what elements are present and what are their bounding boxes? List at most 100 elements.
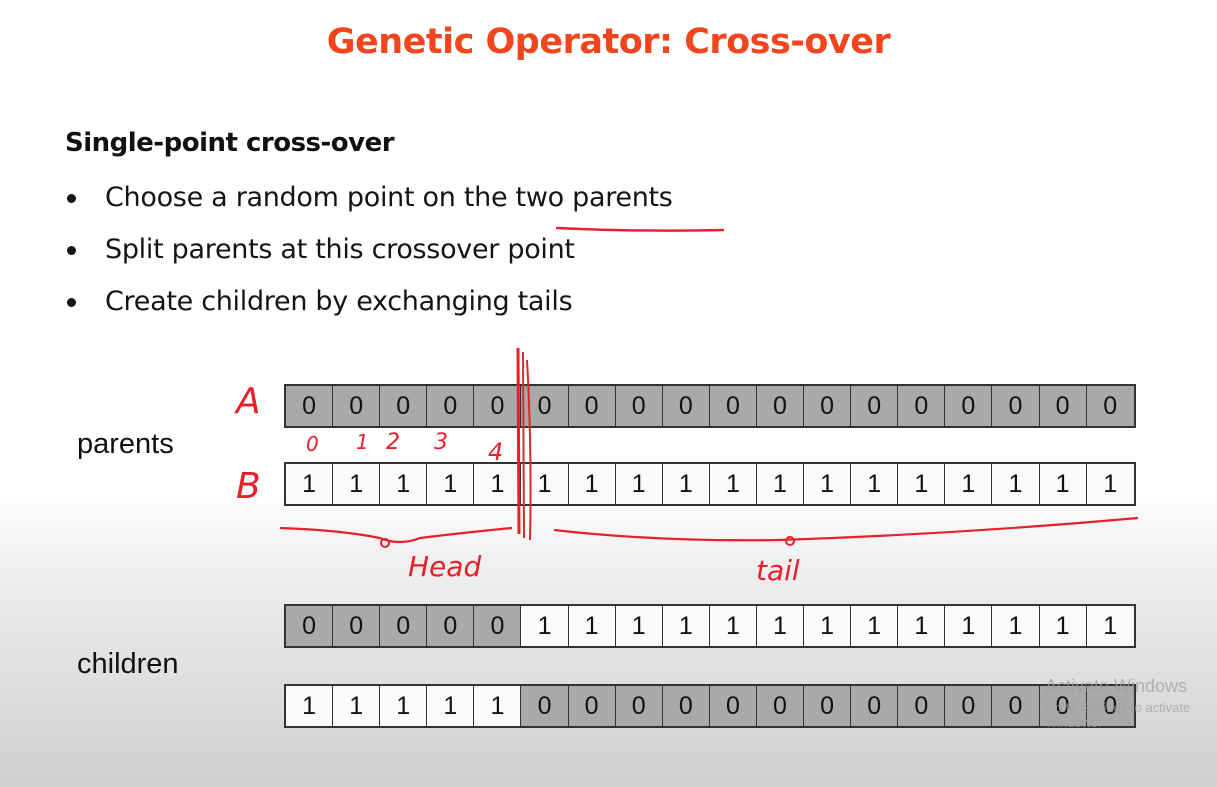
gene-cell: 1	[1086, 464, 1134, 504]
handwritten-index: 3	[434, 430, 448, 455]
tail-brace-icon	[553, 516, 1139, 542]
gene-cell: 0	[851, 686, 899, 726]
child-2-strip: 111110000000000000	[284, 684, 1136, 728]
head-brace-icon	[279, 526, 513, 544]
parents-label: parents	[77, 428, 174, 460]
watermark-line-2: Go to Settings to activate Windows.	[1045, 700, 1191, 730]
gene-cell: 1	[945, 464, 993, 504]
gene-cell: 1	[898, 464, 946, 504]
gene-cell: 1	[615, 464, 663, 504]
watermark-line-1: Activate Windows	[1045, 676, 1188, 696]
gene-cell: 0	[945, 386, 993, 426]
gene-cell: 0	[804, 686, 852, 726]
gene-cell: 1	[1039, 464, 1087, 504]
handwritten-index: 0	[306, 432, 319, 456]
gene-cell: 1	[333, 464, 381, 504]
bullet-item: Choose a random point on the two parents	[65, 178, 673, 230]
gene-cell: 1	[898, 606, 946, 646]
handwritten-letter-a: A	[236, 381, 261, 422]
gene-cell: 1	[521, 606, 569, 646]
parent-b-strip: 111111111111111111	[284, 462, 1136, 506]
gene-cell: 0	[427, 386, 475, 426]
gene-cell: 0	[474, 606, 522, 646]
gene-cell: 1	[992, 606, 1040, 646]
gene-cell: 0	[474, 386, 522, 426]
gene-cell: 0	[568, 686, 616, 726]
gene-cell: 0	[1086, 386, 1134, 426]
bullet-text: Choose a random point on the two parents	[105, 182, 673, 213]
gene-cell: 0	[380, 606, 428, 646]
bullet-text: Split parents at this crossover point	[105, 234, 575, 265]
gene-cell: 0	[427, 606, 475, 646]
handwritten-letter-b: B	[236, 466, 261, 507]
gene-cell: 1	[756, 464, 805, 504]
gene-cell: 1	[286, 464, 334, 504]
gene-cell: 0	[662, 686, 710, 726]
gene-cell: 0	[615, 386, 663, 426]
gene-cell: 1	[521, 464, 569, 504]
gene-cell: 0	[709, 686, 757, 726]
section-heading: Single-point cross-over	[65, 128, 395, 158]
handwritten-index: 1	[356, 430, 369, 454]
bullet-item: Split parents at this crossover point	[65, 230, 673, 282]
gene-cell: 1	[568, 606, 616, 646]
parent-a-strip: 000000000000000000	[284, 384, 1136, 428]
gene-cell: 0	[992, 386, 1040, 426]
gene-cell: 0	[804, 386, 852, 426]
gene-cell: 1	[945, 606, 993, 646]
gene-cell: 1	[992, 464, 1040, 504]
gene-cell: 0	[898, 386, 946, 426]
gene-cell: 1	[756, 606, 805, 646]
handwritten-index: 2	[386, 430, 400, 455]
bullet-dot-icon	[67, 246, 76, 255]
crossover-line-icon	[516, 347, 521, 535]
gene-cell: 0	[945, 686, 993, 726]
gene-cell: 1	[709, 464, 757, 504]
gene-cell: 0	[521, 686, 569, 726]
gene-cell: 0	[521, 386, 569, 426]
bullet-item: Create children by exchanging tails	[65, 282, 673, 334]
gene-cell: 1	[1086, 606, 1134, 646]
gene-cell: 0	[333, 386, 381, 426]
gene-cell: 0	[756, 686, 805, 726]
gene-cell: 1	[474, 464, 522, 504]
gene-cell: 0	[286, 606, 334, 646]
gene-cell: 1	[662, 464, 710, 504]
gene-cell: 1	[851, 464, 899, 504]
gene-cell: 0	[380, 386, 428, 426]
gene-cell: 1	[474, 686, 522, 726]
gene-cell: 0	[333, 606, 381, 646]
bullet-list: Choose a random point on the two parents…	[65, 178, 673, 334]
gene-cell: 0	[756, 386, 805, 426]
gene-cell: 1	[662, 606, 710, 646]
handwritten-head-label: Head	[408, 550, 482, 583]
gene-cell: 1	[804, 464, 852, 504]
gene-cell: 1	[568, 464, 616, 504]
gene-cell: 0	[898, 686, 946, 726]
bullet-dot-icon	[67, 298, 76, 307]
gene-cell: 0	[286, 386, 334, 426]
gene-cell: 0	[568, 386, 616, 426]
gene-cell: 0	[992, 686, 1040, 726]
gene-cell: 1	[1039, 606, 1087, 646]
gene-cell: 1	[427, 686, 475, 726]
gene-cell: 1	[615, 606, 663, 646]
gene-cell: 1	[709, 606, 757, 646]
bullet-dot-icon	[67, 194, 76, 203]
gene-cell: 0	[1039, 386, 1087, 426]
gene-cell: 1	[380, 686, 428, 726]
gene-cell: 0	[709, 386, 757, 426]
gene-cell: 1	[286, 686, 334, 726]
gene-cell: 1	[851, 606, 899, 646]
children-label: children	[77, 648, 179, 680]
gene-cell: 1	[333, 686, 381, 726]
gene-cell: 0	[662, 386, 710, 426]
gene-cell: 0	[615, 686, 663, 726]
bullet-text: Create children by exchanging tails	[105, 286, 573, 317]
child-1-strip: 000001111111111111	[284, 604, 1136, 648]
handwritten-tail-label: tail	[756, 554, 800, 587]
gene-cell: 0	[851, 386, 899, 426]
handwritten-index: 4	[488, 438, 504, 466]
gene-cell: 1	[380, 464, 428, 504]
slide-title: Genetic Operator: Cross-over	[326, 22, 891, 62]
